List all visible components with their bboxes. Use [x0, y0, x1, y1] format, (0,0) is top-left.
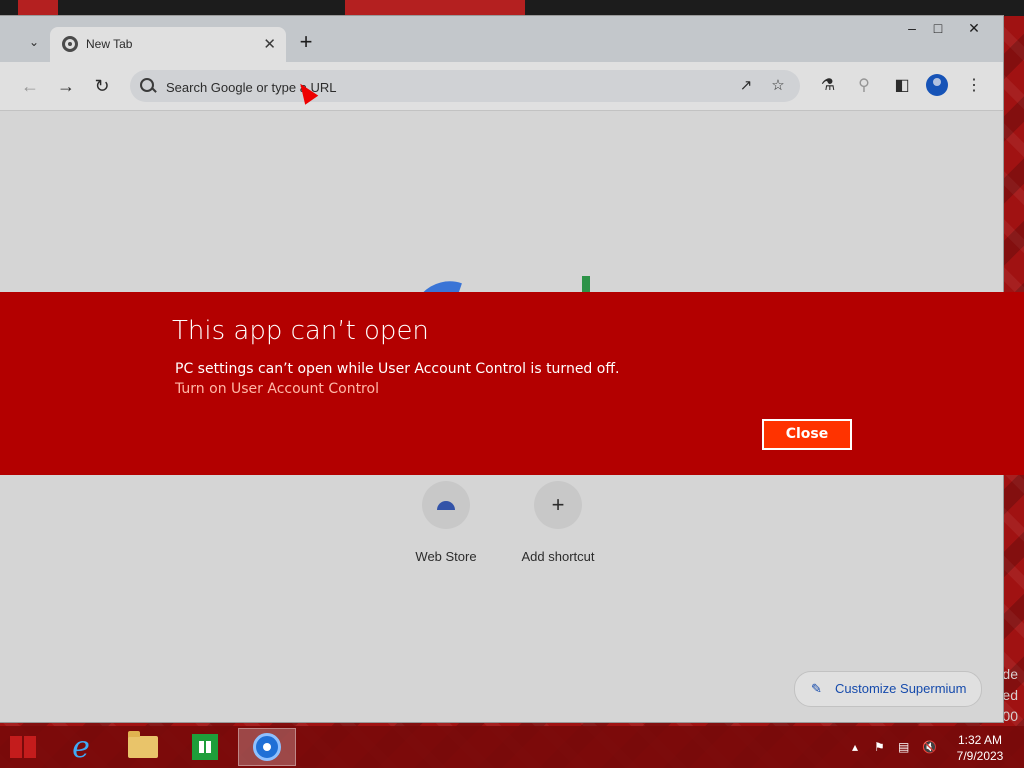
- taskbar-ie[interactable]: e: [52, 728, 110, 766]
- desktop-text-line: 00: [1002, 708, 1018, 724]
- taskbar-store[interactable]: [176, 728, 234, 766]
- taskbar: e ▴ ⚑ ▤ 🔇 1:32 AM 7/9/2023: [0, 726, 1024, 768]
- taskbar-clock[interactable]: 1:32 AM 7/9/2023: [950, 732, 1010, 764]
- start-icon[interactable]: [10, 736, 36, 758]
- tray-chevron-icon[interactable]: ▴: [852, 740, 858, 754]
- desktop-text-line: ed: [1002, 687, 1018, 703]
- error-dialog: This app can’t open PC settings can’t op…: [0, 292, 1024, 475]
- clock-time: 1:32 AM: [957, 733, 1003, 747]
- desktop-partial-text: de ed 00: [1002, 664, 1018, 727]
- internet-explorer-icon: e: [72, 729, 90, 765]
- action-center-flag-icon[interactable]: ⚑: [874, 740, 885, 754]
- clock-date: 7/9/2023: [956, 749, 1004, 763]
- taskbar-explorer[interactable]: [114, 728, 172, 766]
- uac-link[interactable]: Turn on User Account Control: [175, 381, 379, 397]
- dialog-message: PC settings can’t open while User Accoun…: [175, 361, 620, 377]
- background-window-strip: [0, 0, 1024, 16]
- file-explorer-icon: [128, 731, 158, 758]
- dialog-title: This app can’t open: [172, 316, 429, 346]
- taskbar-browser[interactable]: [238, 728, 296, 766]
- close-button[interactable]: Close: [762, 419, 852, 450]
- strip-segment: [345, 0, 525, 16]
- network-icon[interactable]: ▤: [898, 740, 909, 754]
- browser-icon: [253, 733, 281, 761]
- volume-muted-icon[interactable]: 🔇: [922, 740, 937, 754]
- strip-segment: [18, 0, 58, 16]
- desktop-text-line: de: [1002, 666, 1018, 682]
- store-icon: [192, 734, 218, 760]
